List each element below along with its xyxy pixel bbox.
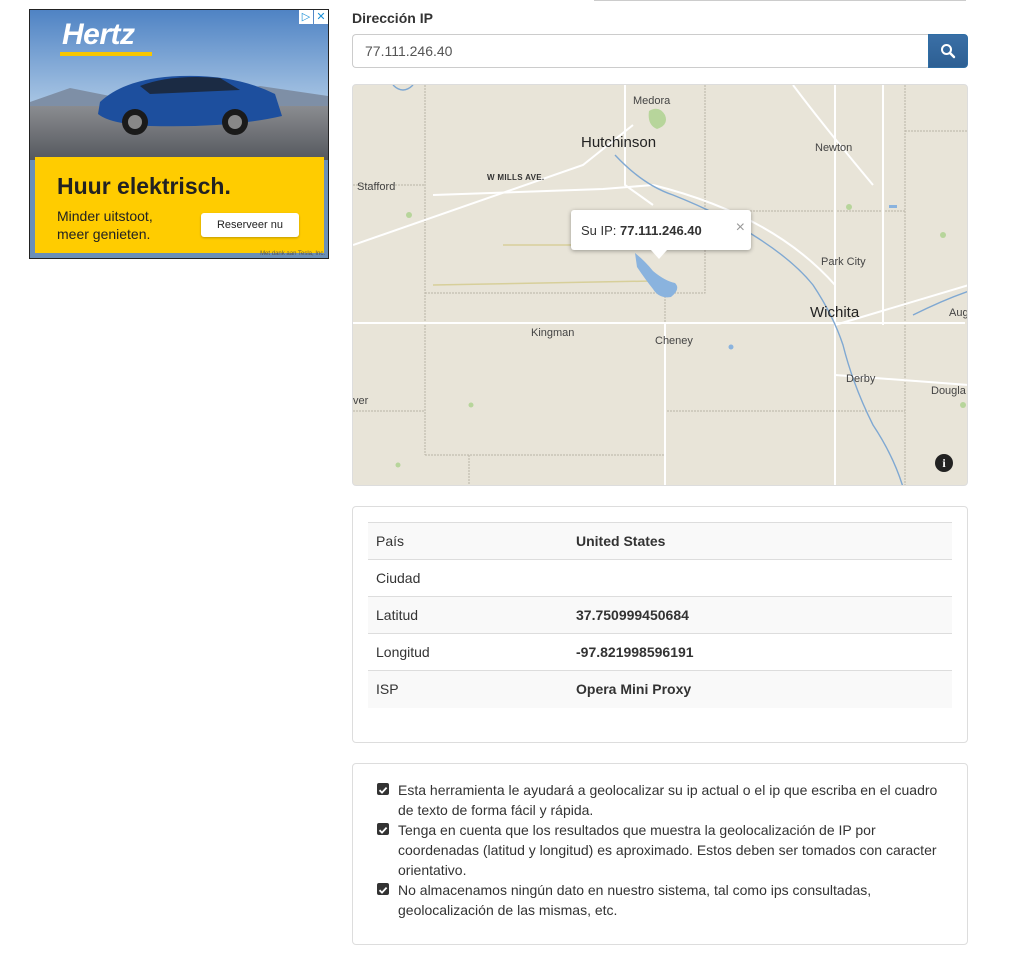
row-key-longitude: Longitud: [368, 633, 568, 671]
ad-close-icon[interactable]: ✕: [314, 10, 328, 24]
table-row: ISP Opera Mini Proxy: [368, 670, 952, 708]
row-value-longitude: -97.821998596191: [568, 633, 952, 671]
note-text: No almacenamos ningún dato en nuestro si…: [398, 882, 872, 918]
ip-search-row: [352, 34, 968, 68]
table-row: Ciudad: [368, 559, 952, 597]
note-text: Tenga en cuenta que los resultados que m…: [398, 822, 937, 878]
popup-ip: 77.111.246.40: [620, 223, 702, 238]
map-info-icon[interactable]: i: [935, 454, 953, 472]
map-label-newton: Newton: [815, 142, 853, 154]
row-key-city: Ciudad: [368, 559, 568, 597]
popup-close-icon[interactable]: ×: [736, 220, 745, 236]
list-item: Esta herramienta le ayudará a geolocaliz…: [377, 780, 947, 820]
map-label-derby: Derby: [846, 373, 876, 385]
map-tiles: [353, 85, 967, 485]
map-label-kingman: Kingman: [531, 327, 575, 339]
map-label-cheney: Cheney: [655, 335, 693, 347]
row-value-country: United States: [568, 522, 952, 560]
ad-subtext: Minder uitstoot, meer genieten.: [57, 208, 153, 242]
row-value-city: [568, 559, 952, 597]
list-item: Tenga en cuenta que los resultados que m…: [377, 820, 947, 880]
check-square-icon: [377, 883, 389, 895]
location-map[interactable]: Medora Hutchinson Newton Stafford W MILL…: [352, 84, 968, 486]
notes-panel: Esta herramienta le ayudará a geolocaliz…: [352, 763, 968, 945]
table-row: Longitud -97.821998596191: [368, 633, 952, 671]
row-value-latitude: 37.750999450684: [568, 596, 952, 634]
search-button[interactable]: [928, 34, 968, 68]
map-label-medora: Medora: [633, 95, 671, 107]
hertz-logo-bar: [60, 52, 152, 56]
ip-address-label: Dirección IP: [352, 10, 433, 26]
map-label-douglass: Dougla: [931, 385, 966, 397]
map-label-w-mills-ave: W MILLS AVE.: [487, 173, 545, 182]
hertz-logo: Hertz: [62, 18, 135, 51]
ip-address-input[interactable]: [352, 34, 928, 68]
ad-yellow-panel: Huur elektrisch. Minder uitstoot, meer g…: [35, 157, 324, 253]
row-key-isp: ISP: [368, 670, 568, 708]
row-key-country: País: [368, 522, 568, 560]
ip-info-table: País United States Ciudad Latitud 37.750…: [368, 522, 952, 708]
advertisement-banner[interactable]: Hertz ▷ ✕ Huur elektrisch. Minder uitsto…: [29, 9, 329, 259]
ad-info-icon[interactable]: ▷: [299, 10, 313, 24]
ip-info-panel: País United States Ciudad Latitud 37.750…: [352, 506, 968, 743]
check-square-icon: [377, 783, 389, 795]
map-label-stafford: Stafford: [357, 181, 396, 193]
table-row: País United States: [368, 522, 952, 560]
ad-credit: Met dank aan Tesla, Inc.: [260, 251, 325, 257]
list-item: No almacenamos ningún dato en nuestro si…: [377, 880, 947, 920]
ip-map-popup: Su IP: 77.111.246.40 ×: [571, 210, 751, 259]
note-text: Esta herramienta le ayudará a geolocaliz…: [398, 782, 938, 818]
map-label-partial-west: ver: [353, 395, 369, 407]
row-value-isp: Opera Mini Proxy: [568, 670, 952, 708]
ad-choices[interactable]: ▷ ✕: [299, 10, 328, 24]
popup-prefix: Su IP:: [581, 223, 617, 238]
popup-text: Su IP: 77.111.246.40: [581, 223, 702, 238]
notes-list: Esta herramienta le ayudará a geolocaliz…: [377, 780, 947, 920]
map-label-park-city: Park City: [821, 256, 866, 268]
popup-tip: [651, 250, 667, 259]
ad-headline: Huur elektrisch.: [57, 173, 231, 199]
check-square-icon: [377, 823, 389, 835]
top-divider: [594, 0, 966, 1]
row-key-latitude: Latitud: [368, 596, 568, 634]
map-label-augusta: Aug: [949, 307, 968, 319]
map-label-wichita: Wichita: [810, 304, 860, 321]
search-icon: [941, 44, 956, 59]
table-row: Latitud 37.750999450684: [368, 596, 952, 634]
map-label-hutchinson: Hutchinson: [581, 134, 657, 151]
ad-reserve-button[interactable]: Reserveer nu: [201, 213, 299, 237]
